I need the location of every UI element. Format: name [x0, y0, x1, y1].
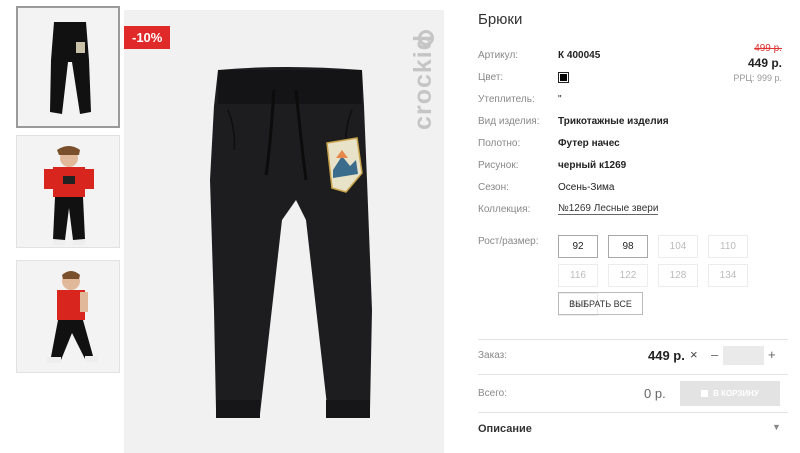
decrement-button[interactable]: – — [711, 347, 718, 362]
model-walking-thumbnail-image — [17, 261, 119, 372]
increment-button[interactable]: + — [768, 347, 776, 362]
description-toggle[interactable]: Описание — [478, 423, 532, 435]
chevron-down-icon[interactable]: ▼ — [772, 422, 781, 432]
quantity-input[interactable] — [723, 346, 764, 365]
order-label: Заказ: — [478, 350, 508, 361]
add-to-cart-button[interactable]: В КОРЗИНУ — [680, 381, 780, 406]
recommended-price: РРЦ: 999 р. — [733, 73, 782, 83]
spec-value: " — [558, 93, 562, 105]
divider — [478, 374, 788, 375]
spec-label: Рисунок: — [478, 159, 519, 171]
size-label: Рост/размер: — [478, 236, 539, 247]
spec-label: Цвет: — [478, 71, 504, 83]
size-option: 116 — [558, 264, 598, 287]
size-option[interactable]: 92 — [558, 235, 598, 258]
spec-label: Артикул: — [478, 49, 519, 61]
spec-value: Осень-Зима — [558, 181, 615, 193]
spec-label: Вид изделия: — [478, 115, 540, 127]
shopping-bag-icon — [701, 390, 709, 397]
spec-value: Трикотажные изделия — [558, 115, 669, 127]
pants-illustration — [210, 67, 372, 418]
spec-label: Утеплитель: — [478, 93, 535, 105]
current-price: 449 р. — [747, 56, 782, 70]
add-to-cart-label: В КОРЗИНУ — [713, 389, 759, 398]
spec-value: черный к1269 — [558, 159, 627, 171]
size-option: 128 — [658, 264, 698, 287]
size-option: 104 — [658, 235, 698, 258]
spec-value: Футер начес — [558, 137, 620, 149]
brand-logo: crockid — [409, 34, 437, 130]
thumbnail-1[interactable] — [16, 6, 120, 128]
total-value: 0 р. — [644, 386, 666, 401]
model-front-thumbnail-image — [17, 136, 119, 247]
spec-label: Сезон: — [478, 181, 509, 193]
spec-row-fabric: Полотно: Футер начес — [478, 132, 788, 154]
size-option: 110 — [708, 235, 748, 258]
spec-row-print: Рисунок: черный к1269 — [478, 154, 788, 176]
spec-row-type: Вид изделия: Трикотажные изделия — [478, 110, 788, 132]
spec-row-season: Сезон: Осень-Зима — [478, 176, 788, 198]
product-title: Брюки — [478, 11, 523, 28]
old-price: 499 р. — [754, 43, 782, 54]
spec-row-insulation: Утеплитель: " — [478, 88, 788, 110]
size-option[interactable]: 98 — [608, 235, 648, 258]
spec-label: Полотно: — [478, 137, 521, 149]
spec-row-collection: Коллекция: №1269 Лесные звери — [478, 198, 788, 220]
main-product-image: -10% crockid — [124, 10, 444, 453]
divider — [478, 412, 788, 413]
select-all-button[interactable]: ВЫБРАТЬ ВСЕ — [558, 292, 643, 315]
size-option: 134 — [708, 264, 748, 287]
size-option: 122 — [608, 264, 648, 287]
spec-label: Коллекция: — [478, 203, 531, 215]
spec-value: К 400045 — [558, 49, 601, 61]
discount-badge: -10% — [124, 26, 171, 49]
pants-thumbnail-image — [18, 8, 118, 126]
total-label: Всего: — [478, 388, 507, 399]
price-box: 499 р. 449 р. РРЦ: 999 р. — [733, 43, 782, 83]
divider — [478, 339, 788, 340]
thumbnail-3[interactable] — [16, 260, 120, 373]
collection-link[interactable]: №1269 Лесные звери — [558, 203, 659, 215]
thumbnail-2[interactable] — [16, 135, 120, 248]
order-price: 449 р. — [648, 348, 685, 363]
close-icon[interactable]: × — [690, 347, 698, 362]
color-swatch[interactable] — [558, 71, 569, 83]
